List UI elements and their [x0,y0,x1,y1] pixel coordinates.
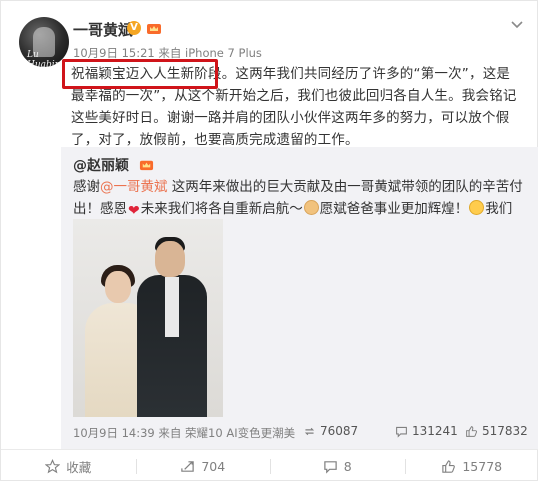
member-crown-icon [147,24,161,34]
thumbs-up-icon [442,459,456,473]
comment-count-value: 131241 [412,424,458,438]
favorite-button[interactable]: 收藏 [1,450,136,481]
comment-button[interactable]: 8 [270,450,405,481]
star-icon [45,458,61,473]
repost-block: @赵丽颖 感谢@一哥黄斌 这两年来做出的巨大贡献及由一哥黄斌带领的团队的辛苦付出… [61,147,538,449]
member-crown-icon [139,160,154,171]
repost-photo[interactable] [73,219,223,417]
comment-icon [396,426,407,438]
comment-count[interactable]: 131241 [395,424,458,438]
thumbs-up-icon [466,425,478,437]
repost-button[interactable]: 704 [135,450,271,481]
verified-badge-icon: V [127,21,141,35]
repost-username[interactable]: @赵丽颖 [73,155,129,175]
repost-icon [181,460,195,472]
repost-count[interactable]: 76087 [303,424,358,438]
repost-text-part: 愿斌爸爸事业更加辉煌！ [319,201,469,217]
repost-count-value: 76087 [320,424,359,438]
repost-icon [304,427,315,435]
fist-emoji-icon [303,200,319,215]
like-button[interactable]: 15778 [404,450,538,481]
chevron-down-icon[interactable] [509,19,525,31]
like-count[interactable]: 517832 [465,424,528,438]
photo-figure [155,241,185,277]
repost-text-part: 感谢 [73,179,100,195]
repost-button-count: 704 [201,458,226,474]
photo-figure [105,271,131,303]
post-username[interactable]: 一哥黄斌 [73,19,133,40]
favorite-label: 收藏 [66,459,92,475]
comment-button-count: 8 [343,458,352,474]
mention-link[interactable]: @一哥黄斌 [100,179,168,195]
like-button-count: 15778 [462,458,503,474]
action-bar: 收藏 704 8 15778 [1,449,538,481]
heart-icon: ❤ [128,203,140,219]
like-count-value: 517832 [482,424,528,438]
repost-text-part: 未来我们将各自重新启航～ [140,201,303,217]
smile-emoji-icon [469,200,485,215]
comment-icon [324,460,337,474]
weibo-post-card: Lu Huabin 一哥黄斌 V 10月9日 15:21 来自 iPhone 7… [0,0,538,481]
photo-figure [165,277,179,337]
annotation-highlight-box [62,59,218,89]
repost-meta: 10月9日 14:39 来自 荣耀10 AI变色更潮美 [73,426,296,440]
